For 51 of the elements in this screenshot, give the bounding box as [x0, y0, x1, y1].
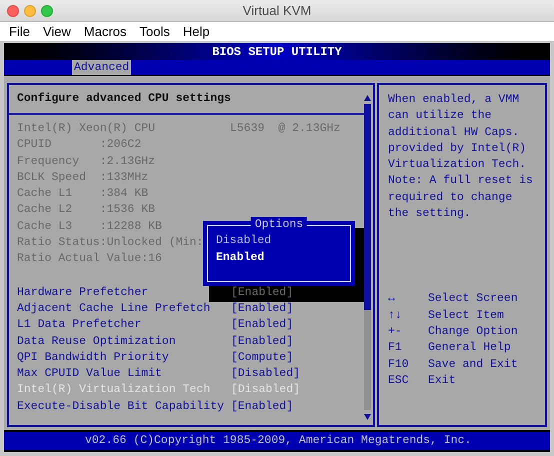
bios-title: BIOS SETUP UTILITY	[212, 44, 342, 60]
copyright-text: v02.66 (C)Copyright 1985-2009, American Megatrends, Inc.	[85, 433, 472, 450]
info-text: CPUID :206C2	[17, 137, 142, 154]
tab[interactable]: Advanced	[72, 60, 132, 75]
key-action: General Help	[428, 340, 511, 356]
info-text: Cache L1 :384 KB	[17, 186, 148, 202]
info-value: L5639 @ 2.13GHz	[230, 121, 340, 137]
key-label: ↑↓	[388, 308, 403, 324]
setting-value[interactable]: [Enabled]	[231, 300, 294, 318]
menu-item[interactable]: Macros	[84, 22, 127, 42]
setting-value[interactable]: [Enabled]	[231, 284, 294, 301]
info-text: Intel(R) Xeon(R) CPU	[17, 121, 156, 137]
setting-label[interactable]: Adjacent Cache Line Prefetch	[17, 300, 231, 318]
info-text: Cache L3 :12288 KB	[17, 218, 162, 235]
option-item[interactable]: Disabled	[216, 232, 350, 249]
info-text: Ratio Status:Unlocked (Min:	[17, 235, 204, 252]
key-label: ESC	[388, 372, 410, 389]
key-action: Exit	[428, 372, 456, 389]
info-text: Frequency :2.13GHz	[17, 154, 156, 170]
info-text: Ratio Actual Value:16	[17, 251, 162, 268]
setting-label[interactable]: L1 Data Prefetcher	[17, 317, 231, 334]
setting-label[interactable]: Max CPUID Value Limit	[17, 366, 231, 382]
info-text: BCLK Speed :133MHz	[17, 170, 148, 186]
help-text: When enabled, a VMM can utilize the additional HW Caps. provided by Intel(R) Virtualization Tech. Note: A full reset is required to change the setting.	[388, 92, 534, 222]
menu-item[interactable]: File	[9, 22, 30, 42]
menu-item[interactable]: Help	[182, 22, 210, 42]
setting-value[interactable]: [Enabled]	[231, 317, 294, 334]
key-action: Select Item	[428, 308, 504, 324]
option-item[interactable]: Enabled	[216, 249, 350, 266]
key-label: ↔	[388, 291, 396, 308]
setting-value[interactable]: [Enabled]	[231, 398, 294, 416]
key-action: Select Screen	[428, 291, 518, 308]
setting-label[interactable]: Execute-Disable Bit Capability	[17, 398, 231, 416]
maximize-icon[interactable]	[41, 5, 53, 17]
setting-value[interactable]: [Enabled]	[231, 334, 294, 350]
key-action: Save and Exit	[428, 356, 518, 373]
section-heading: Configure advanced CPU settings	[17, 91, 231, 108]
setting-value[interactable]: [Disabled]	[231, 366, 300, 382]
window-title: Virtual KVM	[242, 2, 312, 20]
key-label: +-	[388, 324, 403, 340]
menu-item[interactable]: View	[42, 22, 71, 42]
setting-label[interactable]: QPI Bandwidth Priority	[17, 350, 231, 366]
setting-label[interactable]: Data Reuse Optimization	[17, 334, 231, 350]
key-label: F1	[388, 340, 403, 356]
key-label: F10	[388, 356, 410, 373]
minimize-icon[interactable]	[24, 5, 36, 17]
key-action: Change Option	[428, 324, 518, 340]
menu-item[interactable]: Tools	[140, 22, 170, 42]
close-icon[interactable]	[7, 5, 19, 17]
setting-value[interactable]: [Compute]	[231, 350, 294, 366]
info-text: Cache L2 :1536 KB	[17, 202, 156, 218]
